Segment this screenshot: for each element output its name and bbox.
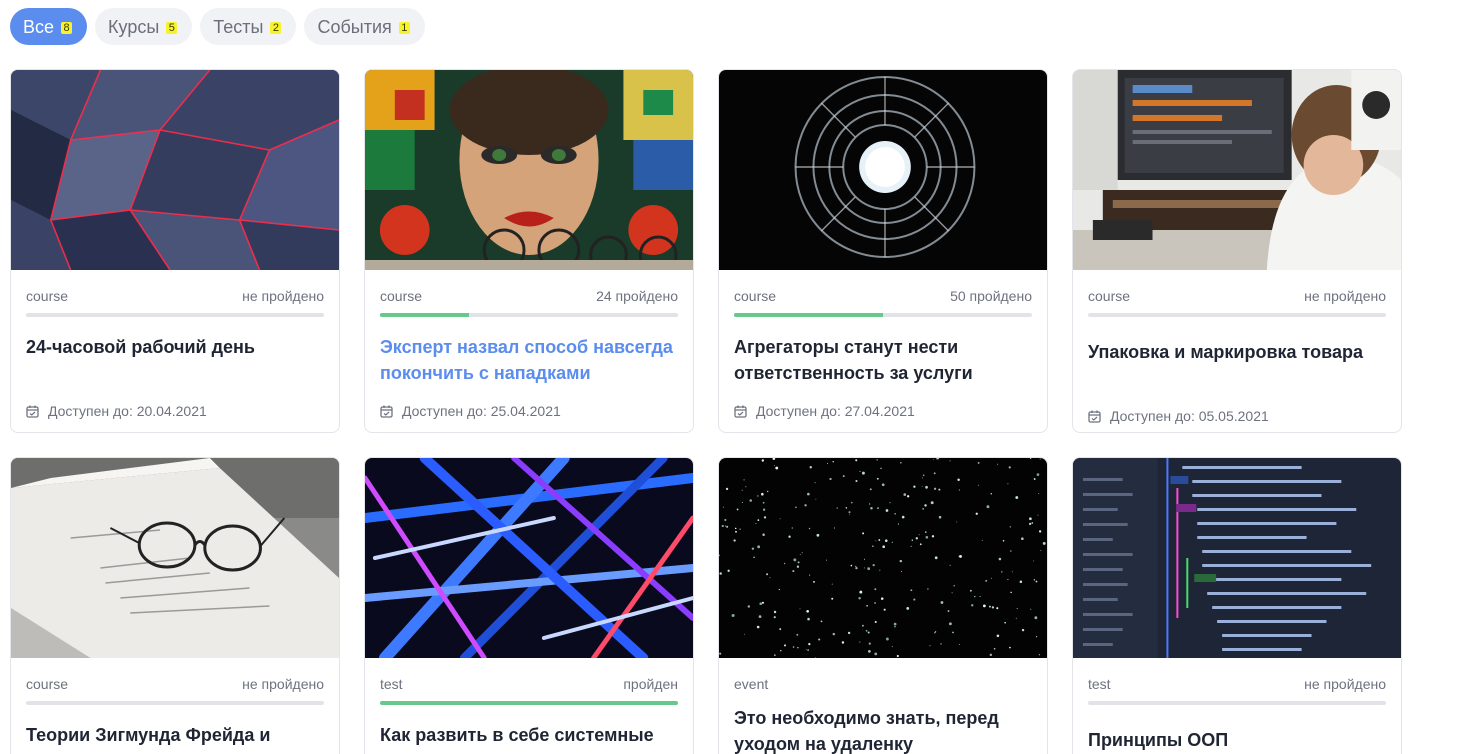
- card-image: [719, 458, 1047, 658]
- calendar-icon: [26, 405, 39, 418]
- tab-courses[interactable]: Курсы 5: [95, 8, 193, 45]
- calendar-icon: [1088, 410, 1101, 423]
- card-meta: course не пройдено: [11, 288, 339, 304]
- card-date: Доступен до: 27.04.2021: [756, 403, 915, 419]
- card-type: course: [26, 676, 69, 692]
- card-availability: Доступен до: 25.04.2021: [365, 403, 693, 419]
- tab-tests-label: Тесты: [213, 16, 264, 37]
- card-meta: course 50 пройдено: [719, 288, 1047, 304]
- card-type: event: [734, 676, 769, 692]
- card-item[interactable]: course не пройдено Упаковка и маркировка…: [1072, 69, 1402, 433]
- card-image: [11, 70, 339, 270]
- card-date: Доступен до: 05.05.2021: [1110, 408, 1269, 424]
- progress-bar: [380, 313, 678, 317]
- card-status: не пройдено: [1304, 288, 1386, 304]
- progress-bar: [26, 313, 324, 317]
- progress-bar: [1088, 701, 1386, 705]
- card-item[interactable]: course 24 пройдено Эксперт назвал способ…: [364, 69, 694, 433]
- card-title[interactable]: 24-часовой рабочий день: [11, 334, 339, 386]
- card-status: не пройдено: [242, 288, 324, 304]
- card-type: test: [1088, 676, 1111, 692]
- tab-all-label: Все: [23, 16, 55, 37]
- card-status: не пройдено: [1304, 676, 1386, 692]
- card-image: [365, 458, 693, 658]
- card-type: course: [1088, 288, 1131, 304]
- card-meta: course не пройдено: [1073, 288, 1401, 304]
- card-type: course: [380, 288, 423, 304]
- card-title[interactable]: Агрегаторы станут нести ответственность …: [719, 334, 1047, 386]
- card-date: Доступен до: 20.04.2021: [48, 403, 207, 419]
- tab-all[interactable]: Все 8: [10, 8, 88, 45]
- card-title[interactable]: Принципы ООП: [1073, 727, 1401, 754]
- card-status: 24 пройдено: [596, 288, 678, 304]
- card-type: course: [734, 288, 777, 304]
- progress-bar: [734, 313, 1032, 317]
- progress-bar: [1088, 313, 1386, 317]
- card-image: [1073, 458, 1401, 658]
- card-title[interactable]: Это необходимо знать, перед уходом на уд…: [719, 705, 1047, 754]
- tab-courses-count-badge: 5: [166, 22, 178, 34]
- card-availability: Доступен до: 05.05.2021: [1073, 408, 1401, 424]
- card-image: [365, 70, 693, 270]
- card-meta: event: [719, 676, 1047, 692]
- card-title[interactable]: Эксперт назвал способ навсегда покончить…: [365, 334, 693, 386]
- progress-fill: [734, 313, 883, 317]
- tab-events[interactable]: События 1: [304, 8, 425, 45]
- card-item[interactable]: course не пройдено 24-часовой рабочий де…: [10, 69, 340, 433]
- card-image: [719, 70, 1047, 270]
- card-image: [1073, 70, 1401, 270]
- tab-events-count-badge: 1: [398, 22, 410, 34]
- card-meta: course не пройдено: [11, 676, 339, 692]
- card-meta: course 24 пройдено: [365, 288, 693, 304]
- card-meta: test не пройдено: [1073, 676, 1401, 692]
- card-item[interactable]: test не пройдено Принципы ООП: [1072, 457, 1402, 754]
- tab-tests-count-badge: 2: [270, 22, 282, 34]
- tab-all-count-badge: 8: [61, 22, 73, 34]
- card-meta: test пройден: [365, 676, 693, 692]
- card-date: Доступен до: 25.04.2021: [402, 403, 561, 419]
- progress-bar: [26, 701, 324, 705]
- card-title[interactable]: Теории Зигмунда Фрейда и: [11, 722, 339, 754]
- card-title[interactable]: Упаковка и маркировка товара: [1073, 339, 1401, 391]
- card-availability: Доступен до: 27.04.2021: [719, 403, 1047, 419]
- progress-fill: [380, 313, 470, 317]
- card-item[interactable]: event Это необходимо знать, перед уходом…: [718, 457, 1048, 754]
- progress-bar: [380, 701, 678, 705]
- card-status: не пройдено: [242, 676, 324, 692]
- card-item[interactable]: course 50 пройдено Агрегаторы станут нес…: [718, 69, 1048, 433]
- card-item[interactable]: test пройден Как развить в себе системны…: [364, 457, 694, 754]
- tab-courses-label: Курсы: [108, 16, 160, 37]
- card-type: course: [26, 288, 69, 304]
- card-status: пройден: [623, 676, 678, 692]
- tab-tests[interactable]: Тесты 2: [200, 8, 297, 45]
- card-availability: Доступен до: 20.04.2021: [11, 403, 339, 419]
- card-title[interactable]: Как развить в себе системные: [365, 722, 693, 754]
- card-image: [11, 458, 339, 658]
- card-type: test: [380, 676, 403, 692]
- card-item[interactable]: course не пройдено Теории Зигмунда Фрейд…: [10, 457, 340, 754]
- calendar-icon: [380, 405, 393, 418]
- progress-fill: [380, 701, 678, 705]
- card-status: 50 пройдено: [950, 288, 1032, 304]
- tab-events-label: События: [317, 16, 392, 37]
- filter-tabs: Все 8 Курсы 5 Тесты 2 События 1: [10, 8, 425, 45]
- calendar-icon: [734, 405, 747, 418]
